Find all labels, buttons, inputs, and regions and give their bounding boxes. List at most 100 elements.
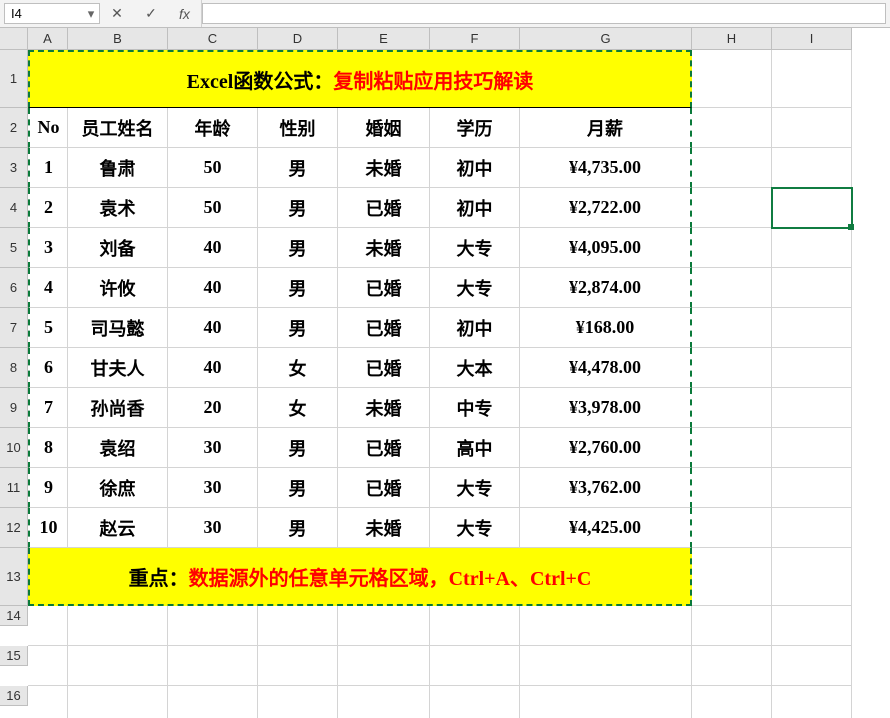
table-row[interactable]: 女 — [258, 348, 338, 388]
table-row[interactable]: 孙尚香 — [68, 388, 168, 428]
cell-F15[interactable] — [430, 646, 520, 686]
cell-E15[interactable] — [338, 646, 430, 686]
cell-F16[interactable] — [430, 686, 520, 718]
table-row[interactable]: 大专 — [430, 228, 520, 268]
cell-I2[interactable] — [772, 108, 852, 148]
header-gender[interactable]: 性别 — [258, 108, 338, 148]
table-row[interactable]: 大专 — [430, 268, 520, 308]
cell-I12[interactable] — [772, 508, 852, 548]
cell-C14[interactable] — [168, 606, 258, 646]
cell-I9[interactable] — [772, 388, 852, 428]
cell-I13[interactable] — [772, 548, 852, 606]
name-box[interactable]: I4 ▾ — [4, 3, 100, 24]
cell-I8[interactable] — [772, 348, 852, 388]
row-header-10[interactable]: 10 — [0, 428, 28, 468]
cell-D16[interactable] — [258, 686, 338, 718]
table-row[interactable]: 10 — [28, 508, 68, 548]
cell-E16[interactable] — [338, 686, 430, 718]
cell-I16[interactable] — [772, 686, 852, 718]
table-row[interactable]: 袁术 — [68, 188, 168, 228]
table-row[interactable]: 高中 — [430, 428, 520, 468]
formula-input[interactable] — [202, 3, 886, 24]
cell-A16[interactable] — [28, 686, 68, 718]
table-row[interactable]: 男 — [258, 428, 338, 468]
row-header-14[interactable]: 14 — [0, 606, 28, 626]
row-header-12[interactable]: 12 — [0, 508, 28, 548]
row-header-1[interactable]: 1 — [0, 50, 28, 108]
col-header-B[interactable]: B — [68, 28, 168, 50]
cell-H8[interactable] — [692, 348, 772, 388]
table-row[interactable]: 30 — [168, 468, 258, 508]
cell-I11[interactable] — [772, 468, 852, 508]
col-header-C[interactable]: C — [168, 28, 258, 50]
header-edu[interactable]: 学历 — [430, 108, 520, 148]
cell-G15[interactable] — [520, 646, 692, 686]
table-row[interactable]: 50 — [168, 148, 258, 188]
cell-G16[interactable] — [520, 686, 692, 718]
cell-I10[interactable] — [772, 428, 852, 468]
table-row[interactable]: 30 — [168, 508, 258, 548]
table-row[interactable]: 3 — [28, 228, 68, 268]
table-row[interactable]: 大专 — [430, 508, 520, 548]
col-header-A[interactable]: A — [28, 28, 68, 50]
table-row[interactable]: 8 — [28, 428, 68, 468]
table-row[interactable]: 7 — [28, 388, 68, 428]
table-row[interactable]: 大专 — [430, 468, 520, 508]
table-row[interactable]: 男 — [258, 268, 338, 308]
table-row[interactable]: 未婚 — [338, 388, 430, 428]
table-row[interactable]: 徐庶 — [68, 468, 168, 508]
table-row[interactable]: 男 — [258, 228, 338, 268]
row-header-9[interactable]: 9 — [0, 388, 28, 428]
row-header-7[interactable]: 7 — [0, 308, 28, 348]
cell-B15[interactable] — [68, 646, 168, 686]
col-header-E[interactable]: E — [338, 28, 430, 50]
table-row[interactable]: 初中 — [430, 188, 520, 228]
table-row[interactable]: 赵云 — [68, 508, 168, 548]
table-row[interactable]: 未婚 — [338, 228, 430, 268]
cell-B16[interactable] — [68, 686, 168, 718]
cell-I5[interactable] — [772, 228, 852, 268]
table-row[interactable]: 已婚 — [338, 468, 430, 508]
header-marital[interactable]: 婚姻 — [338, 108, 430, 148]
table-row[interactable]: 50 — [168, 188, 258, 228]
table-row[interactable]: 袁绍 — [68, 428, 168, 468]
table-row[interactable]: 已婚 — [338, 308, 430, 348]
cell-C15[interactable] — [168, 646, 258, 686]
table-row[interactable]: 司马懿 — [68, 308, 168, 348]
cell-I4[interactable] — [772, 188, 852, 228]
header-salary[interactable]: 月薪 — [520, 108, 692, 148]
row-header-2[interactable]: 2 — [0, 108, 28, 148]
table-row[interactable]: 男 — [258, 308, 338, 348]
table-row[interactable]: ¥4,095.00 — [520, 228, 692, 268]
table-row[interactable]: 男 — [258, 508, 338, 548]
cell-E14[interactable] — [338, 606, 430, 646]
table-row[interactable]: 刘备 — [68, 228, 168, 268]
col-header-G[interactable]: G — [520, 28, 692, 50]
table-row[interactable]: 5 — [28, 308, 68, 348]
cell-H13[interactable] — [692, 548, 772, 606]
table-row[interactable]: 40 — [168, 348, 258, 388]
cell-C16[interactable] — [168, 686, 258, 718]
table-row[interactable]: ¥168.00 — [520, 308, 692, 348]
col-header-I[interactable]: I — [772, 28, 852, 50]
col-header-D[interactable]: D — [258, 28, 338, 50]
table-row[interactable]: 20 — [168, 388, 258, 428]
row-header-11[interactable]: 11 — [0, 468, 28, 508]
cell-H10[interactable] — [692, 428, 772, 468]
title-cell[interactable]: Excel函数公式：复制粘贴应用技巧解读 — [28, 50, 692, 108]
table-row[interactable]: 许攸 — [68, 268, 168, 308]
cell-H7[interactable] — [692, 308, 772, 348]
cell-I6[interactable] — [772, 268, 852, 308]
cell-B14[interactable] — [68, 606, 168, 646]
cell-H5[interactable] — [692, 228, 772, 268]
table-row[interactable]: 2 — [28, 188, 68, 228]
table-row[interactable]: 未婚 — [338, 508, 430, 548]
cell-H12[interactable] — [692, 508, 772, 548]
table-row[interactable]: 40 — [168, 308, 258, 348]
row-header-15[interactable]: 15 — [0, 646, 28, 666]
fx-icon[interactable]: fx — [168, 0, 202, 27]
cancel-icon[interactable]: ✕ — [100, 0, 134, 27]
cell-H9[interactable] — [692, 388, 772, 428]
cell-H3[interactable] — [692, 148, 772, 188]
row-header-4[interactable]: 4 — [0, 188, 28, 228]
